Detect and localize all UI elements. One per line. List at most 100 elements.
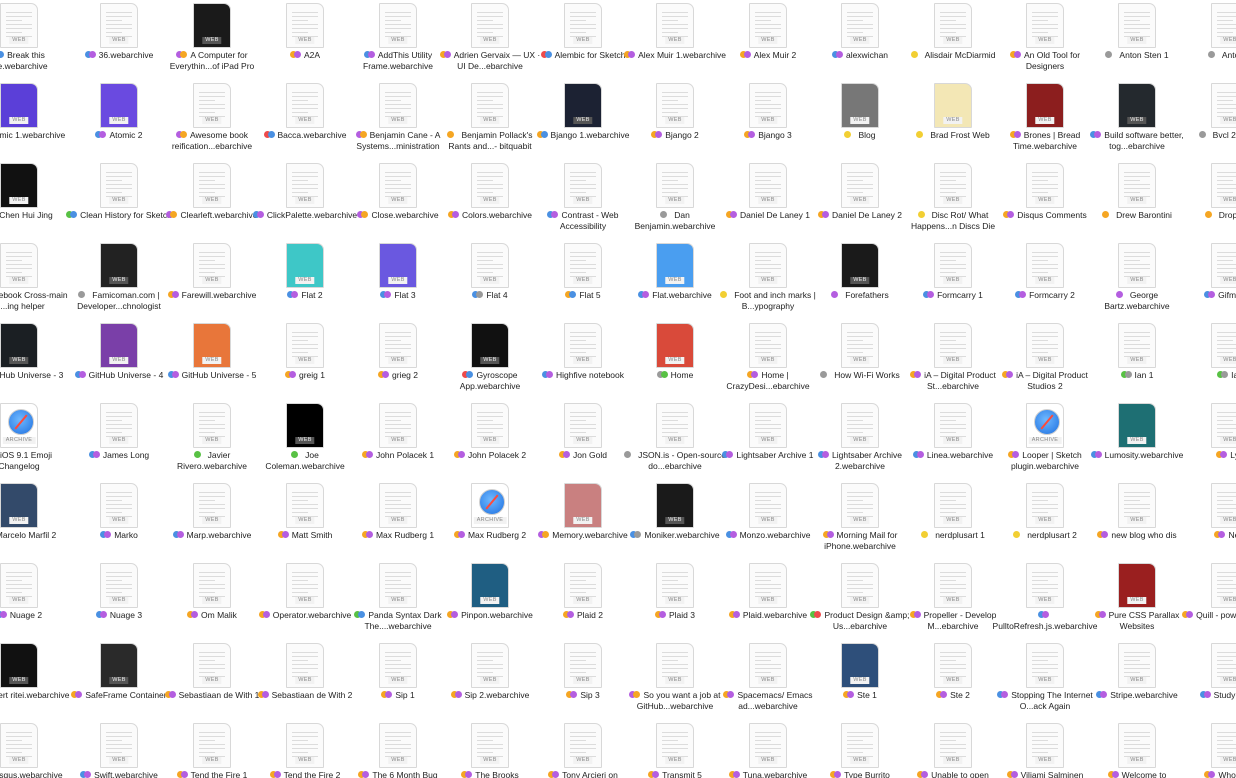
- file-item[interactable]: WEB George Bartz.webarchive: [1091, 240, 1183, 320]
- file-item[interactable]: WEB Benjamin Cane - A Systems...ministrat…: [352, 80, 444, 160]
- file-item[interactable]: WEB Robert ritei.webarchive: [0, 640, 69, 720]
- file-item[interactable]: WEB Quill - powerful,...web: [1182, 560, 1236, 640]
- file-item[interactable]: WEB Morning Mail for iPhone.webarchive: [814, 480, 906, 560]
- file-item[interactable]: WEB Flat 5: [537, 240, 629, 320]
- file-item[interactable]: WEB Flat.webarchive: [629, 240, 721, 320]
- file-item[interactable]: WEB New: [1184, 480, 1236, 560]
- file-item[interactable]: WEB Ste 1: [814, 640, 906, 720]
- file-item[interactable]: WEB Joe Coleman.webarchive: [259, 400, 351, 480]
- file-item[interactable]: WEB Contrast - Web Accessibility: [537, 160, 629, 240]
- file-item[interactable]: WEB Memory.webarchive: [537, 480, 629, 560]
- file-item[interactable]: WEB Home | CrazyDesi...ebarchive: [722, 320, 814, 400]
- file-item[interactable]: WEB Build software better, tog...ebarchiv…: [1090, 80, 1184, 160]
- file-item[interactable]: WEB nerdplusart 2: [999, 480, 1091, 560]
- file-item[interactable]: WEB Sip 2.webarchive: [444, 640, 536, 720]
- file-item[interactable]: WEB Famicoman.com | Developer...chnologis…: [73, 240, 165, 320]
- file-item[interactable]: WEB Atomic 2: [73, 80, 165, 160]
- file-item[interactable]: WEB Clearleft.webarchive: [166, 160, 258, 240]
- file-item[interactable]: WEB Drop.web: [1184, 160, 1236, 240]
- file-item[interactable]: WEB Sysqus.webarchive: [0, 720, 65, 778]
- file-item[interactable]: WEB Transmit 5: [629, 720, 721, 778]
- file-item[interactable]: WEB Propeller - Develop M...ebarchive: [907, 560, 999, 640]
- file-item[interactable]: WEB The 6 Month Bug: [352, 720, 444, 778]
- file-item[interactable]: WEB new blog who dis: [1091, 480, 1183, 560]
- file-item[interactable]: WEB Marp.webarchive: [166, 480, 258, 560]
- file-item[interactable]: WEB iA – Digital Product St...ebarchive: [907, 320, 999, 400]
- file-item[interactable]: WEB Alex Muir 1.webarchive: [624, 0, 726, 80]
- file-item[interactable]: WEB Sip 1: [352, 640, 444, 720]
- file-item[interactable]: WEB Chen Hui Jing: [0, 160, 65, 240]
- file-item[interactable]: WEB Moniker.webarchive: [629, 480, 721, 560]
- file-item[interactable]: WEB Daniel De Laney 1: [722, 160, 814, 240]
- file-item[interactable]: WEB Formcarry 1: [907, 240, 999, 320]
- file-item[interactable]: WEB Product Design &amp; Us...ebarchive: [810, 560, 910, 640]
- file-item[interactable]: WEB Viljami Salminen: [999, 720, 1091, 778]
- file-item[interactable]: WEB Om Malik: [166, 560, 258, 640]
- file-item[interactable]: WEB Drew Barontini: [1091, 160, 1183, 240]
- file-item[interactable]: WEB Anton Sten 1: [1091, 0, 1183, 80]
- file-item[interactable]: WEB Ste 2: [907, 640, 999, 720]
- file-item[interactable]: WEB Alembic for Sketch: [537, 0, 629, 80]
- file-item[interactable]: WEB Marko: [73, 480, 165, 560]
- file-item[interactable]: WEB grieg 2: [352, 320, 444, 400]
- file-item[interactable]: WEB ClickPalette.webarchive: [252, 160, 357, 240]
- file-item[interactable]: WEB Type Burrito: [814, 720, 906, 778]
- file-item[interactable]: WEB Forefathers: [814, 240, 906, 320]
- file-item[interactable]: WEB How Wi-Fi Works: [814, 320, 906, 400]
- file-item[interactable]: WEB Study 1.web: [1184, 640, 1236, 720]
- file-item[interactable]: WEB Blog: [814, 80, 906, 160]
- file-item[interactable]: WEB Atomic 1.webarchive: [0, 80, 65, 160]
- file-item[interactable]: WEB PulltoRefresh.js.webarchive: [993, 560, 1097, 640]
- file-item[interactable]: WEB alexwichan: [814, 0, 906, 80]
- file-item[interactable]: WEB Foot and inch marks | B...ypography: [720, 240, 816, 320]
- file-item[interactable]: WEB Spacemacs/ Emacs ad...webarchive: [722, 640, 814, 720]
- file-item[interactable]: WEB Who Owe: [1184, 720, 1236, 778]
- file-item[interactable]: WEB Pure CSS Parallax Websites: [1091, 560, 1183, 640]
- file-item[interactable]: WEB Brad Frost Web: [907, 80, 999, 160]
- file-item[interactable]: WEB Sip 3: [537, 640, 629, 720]
- file-item[interactable]: WEB Brones | Bread Time.webarchive: [999, 80, 1091, 160]
- file-item[interactable]: WEB Clean History for Sketch: [66, 160, 172, 240]
- file-item[interactable]: WEB Lumosity.webarchive: [1090, 400, 1183, 480]
- file-item[interactable]: WEB Bjango 3: [722, 80, 814, 160]
- file-item[interactable]: WEB Panda Syntax Dark The....webarchive: [352, 560, 444, 640]
- file-item[interactable]: WEB Sebastiaan de With 2: [257, 640, 352, 720]
- file-item[interactable]: WEB Lightsaber Archive 2.webarchive: [814, 400, 906, 480]
- file-item[interactable]: WEB Unable to open: [907, 720, 999, 778]
- file-item[interactable]: WEB Alex Muir 2: [722, 0, 814, 80]
- file-item[interactable]: WEB Daniel De Laney 2: [814, 160, 906, 240]
- file-item[interactable]: WEB Colors.webarchive: [444, 160, 536, 240]
- file-item[interactable]: WEB GitHub Universe - 5: [166, 320, 258, 400]
- file-item[interactable]: WEB Awesome book reification...ebarchive: [166, 80, 258, 160]
- file-item[interactable]: WEB Disqus Comments: [999, 160, 1091, 240]
- file-item[interactable]: WEB Break this afe.webarchive: [0, 0, 65, 80]
- file-item[interactable]: WEB Ian 1: [1091, 320, 1183, 400]
- file-item[interactable]: WEB Adrien Gervaix — UX · UI De...ebarchi…: [439, 0, 540, 80]
- file-item[interactable]: WEB An Old Tool for Designers: [999, 0, 1091, 80]
- file-item[interactable]: WEB Tuna.webarchive: [722, 720, 814, 778]
- file-item[interactable]: WEB Sebastiaan de With 1: [164, 640, 259, 720]
- file-item[interactable]: WEB Bjango 1.webarchive: [536, 80, 629, 160]
- file-item[interactable]: WEB Marcelo Marfil 2: [0, 480, 65, 560]
- file-item[interactable]: WEB Stripe.webarchive: [1091, 640, 1183, 720]
- file-item[interactable]: WEB The Brooks: [444, 720, 536, 778]
- file-item[interactable]: WEB A2A: [259, 0, 351, 80]
- file-item[interactable]: WEB Plaid 2: [537, 560, 629, 640]
- file-item[interactable]: WEB Gyroscope App.webarchive: [444, 320, 536, 400]
- file-item[interactable]: WEB Tend the Fire 1: [166, 720, 258, 778]
- file-item[interactable]: WEB Welcome to: [1091, 720, 1183, 778]
- file-item[interactable]: WEB Formcarry 2: [999, 240, 1091, 320]
- file-item[interactable]: WEB Gifmock.c: [1184, 240, 1236, 320]
- file-item[interactable]: WEB Close.webarchive: [352, 160, 444, 240]
- file-item[interactable]: WEB Bjango 2: [629, 80, 721, 160]
- file-item[interactable]: WEB Plaid 3: [629, 560, 721, 640]
- file-item[interactable]: WEB Bacca.webarchive: [259, 80, 351, 160]
- file-item[interactable]: WEB John Polacek 1: [352, 400, 444, 480]
- file-item[interactable]: WEB greig 1: [259, 320, 351, 400]
- file-item[interactable]: WEB A Computer for Everythin...of iPad Pr…: [166, 0, 258, 80]
- file-item[interactable]: WEB Lightsaber Archive 1: [722, 400, 814, 480]
- file-item[interactable]: WEB Monzo.webarchive: [722, 480, 814, 560]
- file-item[interactable]: WEB Stopping The Internet O...ack Again: [997, 640, 1093, 720]
- file-item[interactable]: WEB Disc Rot/ What Happens...n Discs Die: [907, 160, 999, 240]
- file-item[interactable]: WEB Anton S: [1184, 0, 1236, 80]
